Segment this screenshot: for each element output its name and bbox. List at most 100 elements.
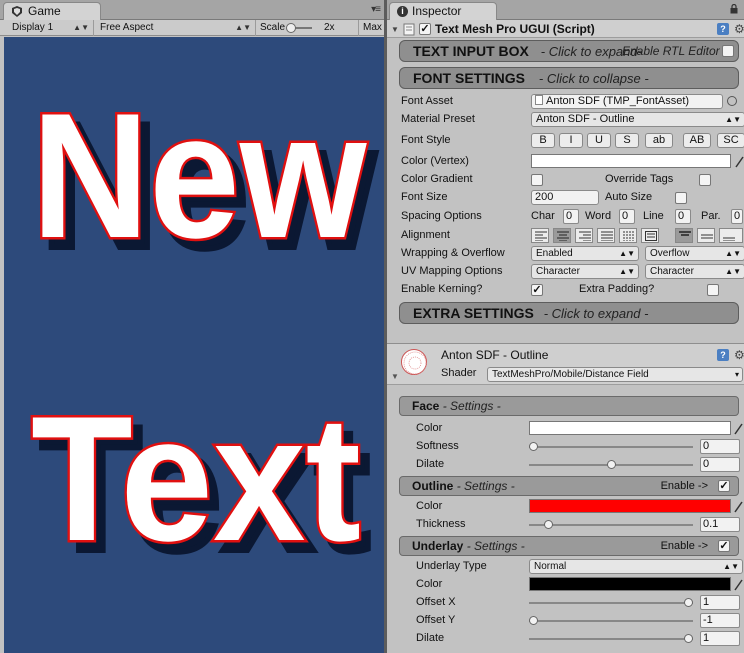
- material-preset-dropdown[interactable]: Anton SDF - Outline ▲▼: [531, 112, 744, 127]
- eyedropper-icon[interactable]: [734, 577, 744, 591]
- underlay-offset-y-slider-track[interactable]: [529, 620, 693, 622]
- underlay-enable-checkbox[interactable]: ✓: [718, 540, 730, 552]
- object-picker-icon[interactable]: [727, 96, 737, 106]
- rtl-editor-checkbox[interactable]: [722, 45, 734, 57]
- shader-dropdown[interactable]: TextMeshPro/Mobile/Distance Field ▾: [487, 367, 743, 382]
- eyedropper-icon[interactable]: [735, 154, 744, 168]
- char-spacing-field[interactable]: 0: [563, 209, 579, 224]
- line-spacing-field[interactable]: 0: [675, 209, 691, 224]
- eyedropper-icon[interactable]: [734, 499, 744, 513]
- aspect-dropdown[interactable]: Free Aspect ▲▼: [96, 20, 256, 36]
- style-strikethrough-button[interactable]: S: [615, 133, 639, 148]
- outline-thickness-slider-track[interactable]: [529, 524, 693, 526]
- font-style-label: Font Style: [401, 134, 451, 146]
- underlay-dilate-slider-knob[interactable]: [684, 634, 693, 643]
- extra-padding-checkbox[interactable]: [707, 284, 719, 296]
- font-asset-field[interactable]: Anton SDF (TMP_FontAsset): [531, 94, 723, 109]
- style-bold-button[interactable]: B: [531, 133, 555, 148]
- override-tags-checkbox[interactable]: [699, 174, 711, 186]
- style-uppercase-button[interactable]: AB: [683, 133, 711, 148]
- align-flush-button[interactable]: [619, 228, 637, 243]
- align-right-button[interactable]: [575, 228, 593, 243]
- face-dilate-field[interactable]: 0: [700, 457, 740, 472]
- underlay-color-swatch[interactable]: [529, 577, 731, 591]
- underlay-offset-y-field[interactable]: -1: [700, 613, 740, 628]
- material-header[interactable]: Anton SDF - Outline ? ⚙ ▼ Shader TextMes…: [387, 343, 744, 385]
- text-input-section-bar[interactable]: TEXT INPUT BOX - Click to expand- Enable…: [399, 40, 739, 62]
- scale-slider-knob[interactable]: [286, 23, 296, 33]
- outline-settings-bar[interactable]: Outline - Settings - Enable -> ✓: [399, 476, 739, 496]
- align-bottom-button[interactable]: [719, 228, 743, 243]
- underlay-dilate-slider-track[interactable]: [529, 638, 693, 640]
- paragraph-spacing-field[interactable]: 0: [731, 209, 743, 224]
- display-dropdown[interactable]: Display 1 ▲▼: [8, 20, 94, 36]
- style-italic-button[interactable]: I: [559, 133, 583, 148]
- lock-icon[interactable]: [730, 4, 738, 14]
- foldout-arrow-icon[interactable]: ▼: [391, 372, 399, 381]
- eyedropper-icon[interactable]: [734, 421, 744, 435]
- font-settings-section-bar[interactable]: FONT SETTINGS - Click to collapse -: [399, 67, 739, 89]
- align-geometry-button[interactable]: [641, 228, 659, 243]
- component-title: Text Mesh Pro UGUI (Script): [435, 22, 595, 36]
- color-gradient-checkbox[interactable]: [531, 174, 543, 186]
- face-settings-bar[interactable]: Face - Settings -: [399, 396, 739, 416]
- face-softness-slider-track[interactable]: [529, 446, 693, 448]
- underlay-offset-x-slider-track[interactable]: [529, 602, 693, 604]
- align-top-button[interactable]: [675, 228, 693, 243]
- style-lowercase-button[interactable]: ab: [645, 133, 673, 148]
- tab-inspector[interactable]: i Inspector: [389, 2, 497, 20]
- foldout-arrow-icon[interactable]: ▼: [391, 25, 399, 34]
- auto-size-checkbox[interactable]: [675, 192, 687, 204]
- outline-thickness-slider-knob[interactable]: [544, 520, 553, 529]
- gear-icon[interactable]: ⚙: [734, 22, 744, 36]
- uv-horizontal-dropdown[interactable]: Character ▲▼: [531, 264, 639, 279]
- underlay-offset-x-slider-knob[interactable]: [684, 598, 693, 607]
- align-middle-button[interactable]: [697, 228, 715, 243]
- outline-thickness-row: Thickness 0.1: [416, 516, 741, 533]
- help-icon[interactable]: ?: [717, 23, 729, 35]
- component-enabled-checkbox[interactable]: ✓: [419, 23, 431, 35]
- overflow-dropdown[interactable]: Overflow ▲▼: [645, 246, 744, 261]
- dropdown-arrow-icon: ▲▼: [725, 115, 741, 124]
- underlay-dilate-field[interactable]: 1: [700, 631, 740, 646]
- wrapping-dropdown[interactable]: Enabled ▲▼: [531, 246, 639, 261]
- panel-menu-icon[interactable]: ▾≡: [371, 4, 381, 15]
- aspect-dropdown-label: Free Aspect: [100, 22, 154, 33]
- tab-game[interactable]: Game: [3, 2, 101, 20]
- game-text-line2: Text: [31, 379, 361, 578]
- maximize-on-play-button[interactable]: Max: [358, 20, 382, 36]
- face-color-label: Color: [416, 422, 443, 434]
- align-justify-button[interactable]: [597, 228, 615, 243]
- gear-icon[interactable]: ⚙: [734, 348, 744, 362]
- face-dilate-slider-knob[interactable]: [607, 460, 616, 469]
- outline-color-swatch[interactable]: [529, 499, 731, 513]
- outline-subtitle: - Settings -: [456, 479, 515, 493]
- style-smallcaps-button[interactable]: SC: [717, 133, 744, 148]
- help-icon[interactable]: ?: [717, 349, 729, 361]
- outline-enable-checkbox[interactable]: ✓: [718, 480, 730, 492]
- align-center-button[interactable]: [553, 228, 571, 243]
- underlay-offset-y-slider-knob[interactable]: [529, 616, 538, 625]
- font-size-field[interactable]: 200: [531, 190, 599, 205]
- underlay-offset-x-field[interactable]: 1: [700, 595, 740, 610]
- kerning-checkbox[interactable]: ✓: [531, 284, 543, 296]
- uv-vertical-dropdown[interactable]: Character ▲▼: [645, 264, 744, 279]
- style-underline-button[interactable]: U: [587, 133, 611, 148]
- component-header[interactable]: ▼ ✓ Text Mesh Pro UGUI (Script) ? ⚙: [387, 20, 744, 38]
- material-preset-row: Material Preset Anton SDF - Outline ▲▼: [401, 111, 744, 128]
- underlay-settings-bar[interactable]: Underlay - Settings - Enable -> ✓: [399, 536, 739, 556]
- face-softness-field[interactable]: 0: [700, 439, 740, 454]
- extra-settings-section-bar[interactable]: EXTRA SETTINGS - Click to expand -: [399, 302, 739, 324]
- face-softness-row: Softness 0: [416, 438, 741, 455]
- game-viewport[interactable]: New New Text Text: [4, 37, 384, 653]
- face-color-swatch[interactable]: [529, 421, 731, 435]
- align-left-button[interactable]: [531, 228, 549, 243]
- face-softness-slider-knob[interactable]: [529, 442, 538, 451]
- dropdown-arrow-icon: ▲▼: [725, 249, 741, 258]
- underlay-title: Underlay: [412, 539, 464, 553]
- underlay-type-dropdown[interactable]: Normal ▲▼: [529, 559, 743, 574]
- align-right-icon: [579, 231, 591, 241]
- color-vertex-swatch[interactable]: [531, 154, 731, 168]
- word-spacing-field[interactable]: 0: [619, 209, 635, 224]
- outline-thickness-field[interactable]: 0.1: [700, 517, 740, 532]
